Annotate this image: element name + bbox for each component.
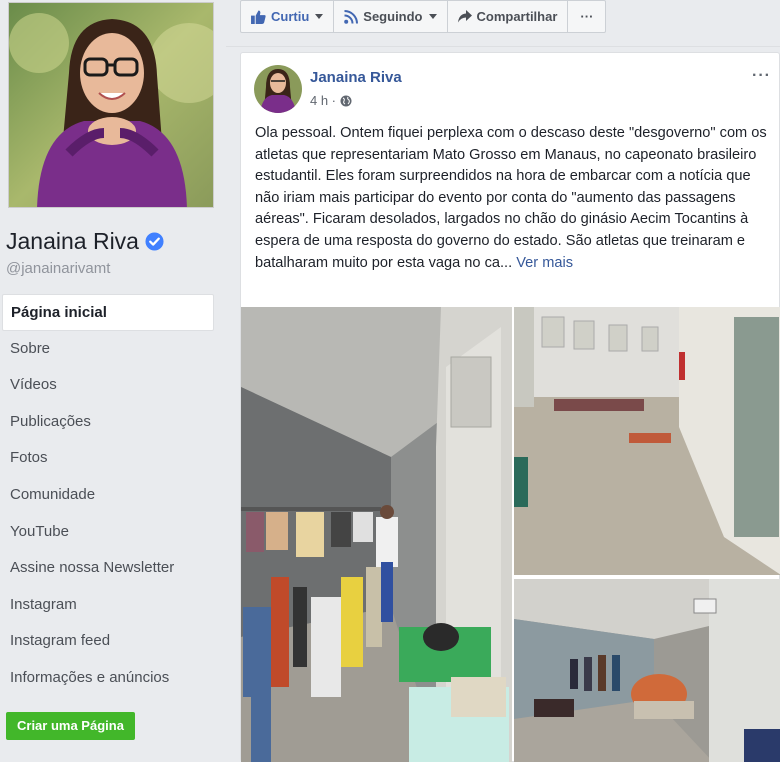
nav-item-youtube[interactable]: YouTube — [0, 514, 214, 551]
nav-item-photos[interactable]: Fotos — [0, 440, 214, 477]
nav-item-community[interactable]: Comunidade — [0, 477, 214, 514]
nav-item-newsletter[interactable]: Assine nossa Newsletter — [0, 550, 214, 587]
post-timestamp: 4 h · — [310, 93, 352, 108]
post-time[interactable]: 4 h · — [310, 93, 336, 108]
post-options-button[interactable]: ··· — [752, 67, 771, 85]
like-button[interactable]: Curtiu — [240, 0, 335, 33]
nav-item-info-ads[interactable]: Informações e anúncios — [0, 660, 214, 697]
thumbs-up-icon — [251, 9, 266, 24]
share-button[interactable]: Compartilhar — [446, 0, 569, 33]
see-more-link[interactable]: Ver mais — [516, 255, 573, 271]
globe-icon — [340, 95, 352, 106]
page-name[interactable]: Janaina Riva — [6, 228, 139, 255]
left-column: Janaina Riva @janainarivamt Página inici… — [0, 0, 226, 762]
more-options-button[interactable]: ··· — [567, 0, 607, 33]
nav-item-posts[interactable]: Publicações — [0, 404, 214, 441]
nav-item-instagram[interactable]: Instagram — [0, 587, 214, 624]
chevron-down-icon — [315, 14, 324, 19]
following-button[interactable]: Seguindo — [333, 0, 448, 33]
page-title[interactable]: Janaina Riva — [6, 228, 164, 255]
post-body: Ola pessoal. Ontem fiquei perplexa com o… — [255, 123, 775, 274]
page-action-bar: Curtiu Seguindo Compartilhar ··· — [240, 0, 607, 34]
share-label: Compartilhar — [476, 9, 558, 24]
post-author-name[interactable]: Janaina Riva — [310, 69, 402, 86]
more-icon: ··· — [580, 9, 594, 24]
post-photo[interactable] — [514, 579, 780, 762]
like-label: Curtiu — [271, 9, 310, 24]
divider — [226, 46, 780, 47]
profile-photo[interactable] — [8, 2, 214, 208]
nav-item-about[interactable]: Sobre — [0, 331, 214, 368]
rss-icon — [344, 9, 359, 24]
nav-item-videos[interactable]: Vídeos — [0, 367, 214, 404]
post-author-avatar[interactable] — [254, 65, 302, 113]
chevron-down-icon — [428, 14, 437, 19]
page-nav: Página inicial Sobre Vídeos Publicações … — [0, 294, 214, 697]
post-photo[interactable] — [514, 307, 780, 575]
post-card: Janaina Riva 4 h · ··· Ola pessoal. Onte… — [240, 52, 780, 762]
post-photo[interactable] — [241, 307, 512, 762]
nav-item-home[interactable]: Página inicial — [2, 294, 214, 331]
post-text: Ola pessoal. Ontem fiquei perplexa com o… — [255, 125, 767, 271]
following-label: Seguindo — [363, 9, 423, 24]
share-arrow-icon — [457, 10, 472, 23]
page-handle[interactable]: @janainarivamt — [6, 260, 110, 277]
create-page-button[interactable]: Criar uma Página — [6, 712, 135, 740]
nav-item-instagram-feed[interactable]: Instagram feed — [0, 623, 214, 660]
post-photo-grid — [241, 307, 780, 762]
verified-badge-icon — [145, 232, 164, 251]
